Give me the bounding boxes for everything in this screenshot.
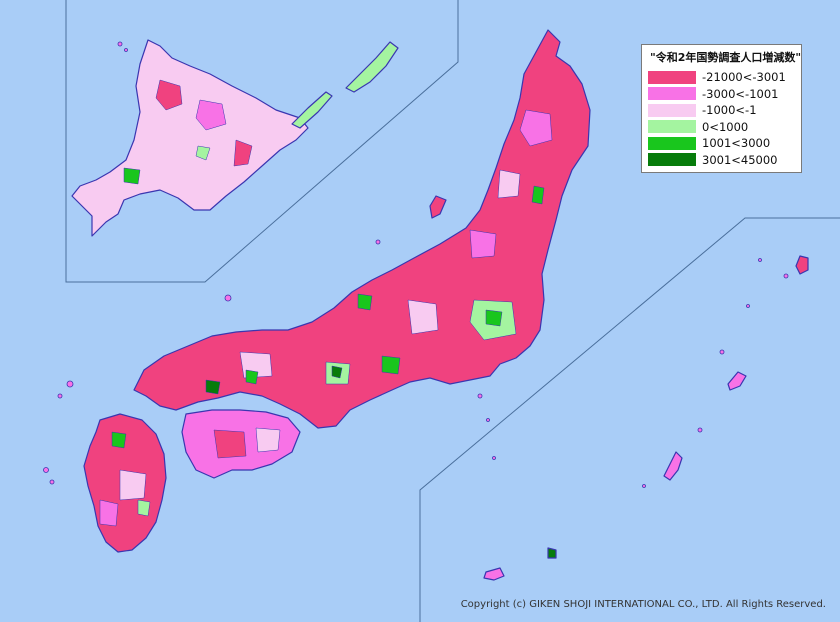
tohoku-patch: [497, 169, 521, 199]
legend-label: -3000<-1001: [702, 86, 779, 101]
island: [486, 418, 490, 422]
miyako-island: [547, 547, 557, 559]
tokyo-patch: [485, 309, 503, 327]
island: [477, 393, 483, 399]
legend-swatch: [648, 87, 696, 101]
okayama-patch: [245, 369, 259, 385]
kyushu-patch: [119, 469, 147, 501]
island: [746, 304, 750, 308]
nagoya-patch: [381, 355, 401, 375]
ishigaki-island: [483, 567, 505, 581]
hachijo-island: [795, 255, 809, 275]
legend-swatch: [648, 70, 696, 84]
legend-swatch: [648, 103, 696, 117]
legend-item: 1001<3000: [648, 135, 786, 152]
legend-label: 1001<3000: [702, 136, 771, 151]
legend-swatch: [648, 120, 696, 134]
hiroshima-patch: [205, 379, 221, 395]
legend-title: "令和2年国勢調査人口増減数": [650, 51, 802, 64]
shikoku-patch: [213, 429, 247, 459]
legend-label: -1000<-1: [702, 103, 757, 118]
legend-label: 0<1000: [702, 119, 749, 134]
legend-items: -21000<-3001 -3000<-1001 -1000<-1 0<1000…: [648, 69, 786, 168]
island: [49, 479, 55, 485]
island: [117, 41, 123, 47]
island: [492, 456, 496, 460]
island: [375, 239, 381, 245]
legend-item: -1000<-1: [648, 102, 786, 119]
kuril-island: [345, 41, 399, 93]
island: [697, 427, 703, 433]
hokkaido-region: [71, 39, 309, 237]
island: [66, 380, 74, 388]
legend-item: 0<1000: [648, 119, 786, 136]
sapporo-patch: [123, 167, 141, 185]
legend-item: 3001<45000: [648, 152, 786, 169]
island: [783, 273, 789, 279]
fukuoka-patch: [111, 431, 127, 449]
legend-swatch: [648, 136, 696, 150]
sendai-patch: [531, 185, 545, 205]
island: [43, 467, 49, 473]
kumamoto-patch: [137, 499, 151, 517]
legend-swatch: [648, 153, 696, 167]
shikoku-patch: [255, 427, 281, 453]
chubu-patch: [407, 299, 439, 335]
tohoku-patch: [469, 229, 497, 259]
etorofu-island: [291, 91, 333, 129]
sado-island: [429, 195, 447, 219]
copyright-text: Copyright (c) GIKEN SHOJI INTERNATIONAL …: [460, 599, 826, 610]
island: [719, 349, 725, 355]
legend-label: 3001<45000: [702, 152, 778, 167]
island: [124, 48, 128, 52]
kansai-patch: [331, 365, 343, 379]
legend-label: -21000<-3001: [702, 70, 786, 85]
amami-island: [727, 371, 747, 391]
legend: "令和2年国勢調査人口増減数" -21000<-3001 -3000<-1001…: [641, 44, 802, 173]
island: [642, 484, 646, 488]
kyushu-patch: [99, 499, 119, 527]
chubu-patch: [357, 293, 373, 311]
island: [758, 258, 762, 262]
island: [57, 393, 63, 399]
legend-item: -21000<-3001: [648, 69, 786, 86]
legend-item: -3000<-1001: [648, 86, 786, 103]
okinawa-island: [663, 451, 683, 481]
island: [224, 294, 232, 302]
